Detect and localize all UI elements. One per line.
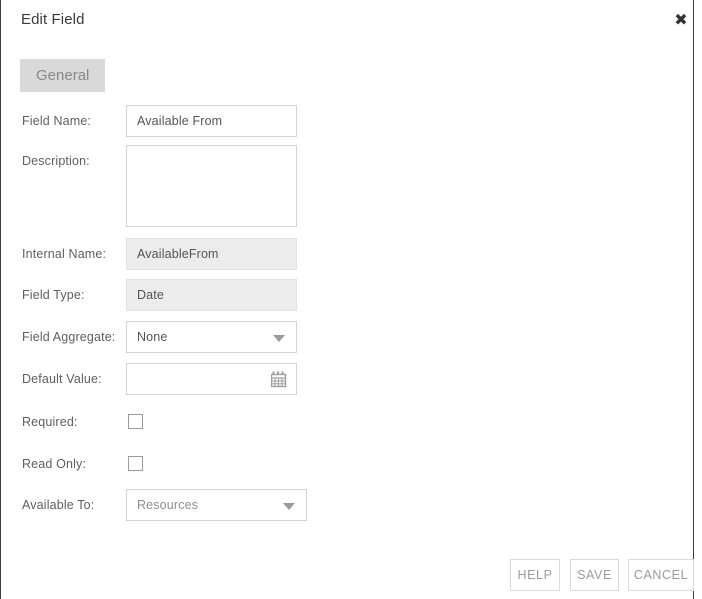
available-to-select[interactable]: Resources bbox=[126, 489, 307, 521]
internal-name-input bbox=[126, 238, 297, 270]
field-type-label: Field Type: bbox=[22, 288, 85, 302]
default-value-field[interactable] bbox=[126, 363, 297, 395]
dialog-outer-margin bbox=[695, 0, 702, 599]
field-aggregate-control: None bbox=[126, 321, 297, 353]
calendar-icon[interactable] bbox=[270, 371, 288, 388]
chevron-down-icon bbox=[283, 503, 295, 510]
description-textarea[interactable] bbox=[126, 145, 297, 227]
field-type-control bbox=[126, 279, 297, 311]
page-title: Edit Field bbox=[21, 11, 85, 28]
field-aggregate-label: Field Aggregate: bbox=[22, 330, 116, 344]
field-name-label: Field Name: bbox=[22, 114, 92, 128]
default-value-label: Default Value: bbox=[22, 372, 102, 386]
read-only-checkbox[interactable] bbox=[128, 456, 143, 471]
required-label: Required: bbox=[22, 415, 78, 429]
internal-name-control bbox=[126, 238, 297, 270]
help-button[interactable]: HELP bbox=[510, 559, 560, 591]
tab-general[interactable]: General bbox=[20, 59, 106, 92]
field-aggregate-value: None bbox=[137, 330, 168, 344]
description-label: Description: bbox=[22, 154, 90, 168]
description-control bbox=[126, 145, 297, 232]
internal-name-label: Internal Name: bbox=[22, 247, 107, 261]
read-only-control bbox=[128, 456, 143, 471]
cancel-button[interactable]: CANCEL bbox=[628, 559, 694, 591]
required-checkbox[interactable] bbox=[128, 414, 143, 429]
close-icon[interactable]: ✖ bbox=[668, 8, 694, 32]
save-button[interactable]: SAVE bbox=[570, 559, 619, 591]
field-name-input[interactable] bbox=[126, 105, 297, 137]
close-glyph: ✖ bbox=[674, 10, 688, 29]
chevron-down-icon bbox=[273, 335, 285, 342]
field-type-input bbox=[126, 279, 297, 311]
field-aggregate-select[interactable]: None bbox=[126, 321, 297, 353]
available-to-label: Available To: bbox=[22, 498, 95, 512]
field-name-control bbox=[126, 105, 297, 137]
edit-field-dialog: Edit Field ✖ General Field Name: Descrip… bbox=[0, 0, 694, 599]
available-to-control: Resources bbox=[126, 489, 307, 521]
required-control bbox=[128, 414, 143, 429]
read-only-label: Read Only: bbox=[22, 457, 87, 471]
default-value-control bbox=[126, 363, 297, 395]
available-to-value: Resources bbox=[137, 498, 199, 512]
tab-strip: General bbox=[20, 59, 106, 92]
